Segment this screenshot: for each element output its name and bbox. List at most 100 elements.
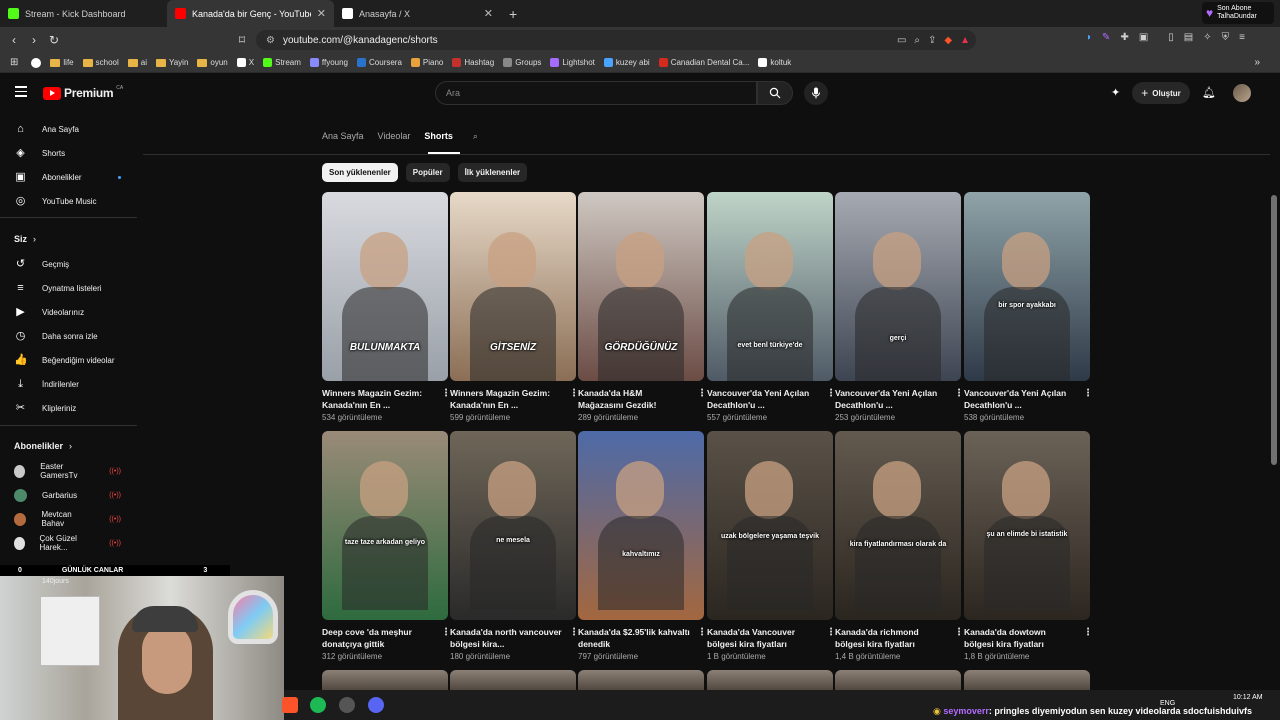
discord-icon[interactable]: [368, 697, 384, 713]
short-thumbnail[interactable]: şu an elimde bi istatistik: [964, 431, 1090, 620]
vpn-icon[interactable]: ⛨: [1222, 32, 1230, 43]
short-card[interactable]: kira fiyatlandırması olarak da Kanada'da …: [835, 431, 964, 661]
bookmark-item[interactable]: koltuk: [758, 58, 791, 67]
tab-youtube[interactable]: Kanada'da bir Genç - YouTube ✕: [167, 0, 334, 27]
chip-popular[interactable]: Popüler: [405, 163, 450, 182]
chip-oldest[interactable]: İlk yüklenenler: [457, 163, 528, 182]
menu-icon[interactable]: ≡: [1239, 32, 1245, 43]
short-thumbnail[interactable]: gerçi: [835, 192, 961, 381]
short-thumbnail[interactable]: taze taze arkadan geliyo: [322, 431, 448, 620]
short-title[interactable]: Kanada'da H&M Mağazasını Gezdik!: [578, 387, 690, 411]
short-card[interactable]: GİTSENİZ Winners Magazin Gezim: Kanada'nı…: [450, 192, 579, 422]
short-card[interactable]: evet benl türkiye'de Vancouver'da Yeni Aç…: [707, 192, 836, 422]
short-thumbnail[interactable]: kahvaltımız: [578, 431, 704, 620]
create-button[interactable]: + Oluştur: [1132, 82, 1190, 104]
scrollbar[interactable]: [1271, 195, 1277, 465]
short-thumbnail-partial[interactable]: [450, 670, 576, 690]
google-icon[interactable]: [31, 57, 42, 68]
short-thumbnail[interactable]: BULUNMAKTA: [322, 192, 448, 381]
short-title[interactable]: Kanada'da $2.95'lik kahvaltı denedik: [578, 626, 690, 650]
short-title[interactable]: Kanada'da dowtown bölgesi kira fiyatları: [964, 626, 1076, 650]
short-title[interactable]: Winners Magazin Gezim: Kanada'nın En ...: [450, 387, 562, 411]
menu-icon[interactable]: [15, 86, 27, 97]
short-thumbnail[interactable]: GÖRDÜĞÜNÜZ: [578, 192, 704, 381]
more-options-icon[interactable]: ⋮: [954, 388, 964, 399]
subscription-item[interactable]: Çok Güzel Harek... ((•)): [14, 533, 139, 553]
back-icon[interactable]: ‹: [4, 33, 24, 47]
bookmark-item[interactable]: Piano: [410, 58, 443, 67]
apps-icon[interactable]: ⊞: [10, 57, 18, 68]
short-thumbnail-partial[interactable]: [835, 670, 961, 690]
tab-kick-dashboard[interactable]: Stream - Kick Dashboard: [0, 0, 167, 27]
subscription-item[interactable]: Garbarius ((•)): [14, 485, 139, 505]
bookmark-item[interactable]: Yayin: [155, 58, 188, 67]
close-icon[interactable]: ✕: [317, 7, 326, 20]
sidebar-item[interactable]: ⤓ İndirilenler: [14, 374, 139, 394]
new-tab-icon[interactable]: +: [501, 6, 525, 22]
forward-icon[interactable]: ›: [24, 33, 44, 47]
bookmark-item[interactable]: Lightshot: [550, 58, 595, 67]
url-bar[interactable]: ⚙ youtube.com/@kanadagenc/shorts ▭ ⌕ ⇪ ◆…: [256, 30, 976, 50]
chip-latest[interactable]: Son yüklenenler: [322, 163, 398, 182]
short-title[interactable]: Deep cove 'da meşhur donatçıya gittik: [322, 626, 434, 650]
bookmark-item[interactable]: kuzey abi: [603, 58, 650, 67]
short-thumbnail-partial[interactable]: [964, 670, 1090, 690]
short-thumbnail[interactable]: uzak bölgelere yaşama teşvik: [707, 431, 833, 620]
more-options-icon[interactable]: ⋮: [1083, 388, 1093, 399]
bookmark-item[interactable]: oyun: [197, 58, 228, 67]
search-input[interactable]: Ara: [435, 81, 757, 105]
sidebar-heading-you[interactable]: Siz ›: [14, 234, 36, 244]
puzzle-icon[interactable]: ✚: [1120, 32, 1128, 43]
bookmark-item[interactable]: Hashtag: [452, 58, 494, 67]
leo-icon[interactable]: ✧: [1203, 32, 1211, 43]
short-card[interactable]: bir spor ayakkabı Vancouver'da Yeni Açıla…: [964, 192, 1093, 422]
sidebar-item[interactable]: ✂ Klipleriniz: [14, 398, 139, 418]
spotify-icon[interactable]: [310, 697, 326, 713]
subscription-item[interactable]: Mevtcan Bahav ((•)): [14, 509, 139, 529]
sidebar-item[interactable]: ↺ Geçmiş: [14, 254, 139, 274]
share-icon[interactable]: ⇪: [928, 35, 936, 46]
short-card[interactable]: BULUNMAKTA Winners Magazin Gezim: Kanada'…: [322, 192, 451, 422]
close-icon[interactable]: ✕: [484, 7, 493, 20]
more-options-icon[interactable]: ⋮: [697, 627, 707, 638]
bookmark-icon[interactable]: ⌑: [232, 33, 252, 47]
short-thumbnail[interactable]: GİTSENİZ: [450, 192, 576, 381]
language-indicator[interactable]: ENG: [1160, 700, 1175, 707]
short-thumbnail-partial[interactable]: [322, 670, 448, 690]
bookmark-item[interactable]: life: [50, 58, 74, 67]
bell-icon[interactable]: 🔔︎: [1202, 86, 1216, 100]
avatar[interactable]: [1233, 84, 1251, 102]
short-thumbnail-partial[interactable]: [578, 670, 704, 690]
wallet-icon[interactable]: ▤: [1184, 32, 1193, 43]
short-thumbnail[interactable]: ne mesela: [450, 431, 576, 620]
sidebar-item[interactable]: ◈ Shorts: [14, 143, 139, 163]
short-title[interactable]: Kanada'da Vancouver bölgesi kira fiyatla…: [707, 626, 819, 650]
obs-icon[interactable]: [339, 697, 355, 713]
short-card[interactable]: şu an elimde bi istatistik Kanada'da dowt…: [964, 431, 1093, 661]
sidebar-item[interactable]: ◎ YouTube Music: [14, 191, 139, 211]
more-options-icon[interactable]: ⋮: [697, 388, 707, 399]
short-card[interactable]: ne mesela Kanada'da north vancouver bölge…: [450, 431, 579, 661]
short-thumbnail[interactable]: kira fiyatlandırması olarak da: [835, 431, 961, 620]
voice-search-button[interactable]: [804, 81, 828, 105]
youtube-logo[interactable]: Premium CA: [43, 85, 123, 100]
cast-icon[interactable]: ▭: [897, 35, 906, 46]
window-icon[interactable]: ▣: [1139, 32, 1148, 43]
reload-icon[interactable]: ↻: [44, 33, 64, 47]
bookmark-item[interactable]: ffyoung: [309, 58, 348, 67]
short-title[interactable]: Kanada'da richmond bölgesi kira fiyatlar…: [835, 626, 947, 650]
bookmark-item[interactable]: Coursera: [357, 58, 402, 67]
short-thumbnail[interactable]: bir spor ayakkabı: [964, 192, 1090, 381]
tab-x[interactable]: Anasayfa / X ✕: [334, 0, 501, 27]
search-button[interactable]: [757, 81, 793, 105]
short-title[interactable]: Vancouver'da Yeni Açılan Decathlon'u ...: [835, 387, 947, 411]
subscription-item[interactable]: Easter GamersTv ((•)): [14, 461, 139, 481]
more-options-icon[interactable]: ⋮: [1083, 627, 1093, 638]
more-options-icon[interactable]: ⋮: [954, 627, 964, 638]
short-title[interactable]: Kanada'da north vancouver bölgesi kira..…: [450, 626, 562, 650]
bookmark-item[interactable]: Canadian Dental Ca...: [658, 58, 749, 67]
pen-icon[interactable]: ✎: [1102, 32, 1110, 43]
site-settings-icon[interactable]: ⚙: [266, 35, 275, 46]
short-thumbnail-partial[interactable]: [707, 670, 833, 690]
bookmark-item[interactable]: Groups: [503, 58, 541, 67]
